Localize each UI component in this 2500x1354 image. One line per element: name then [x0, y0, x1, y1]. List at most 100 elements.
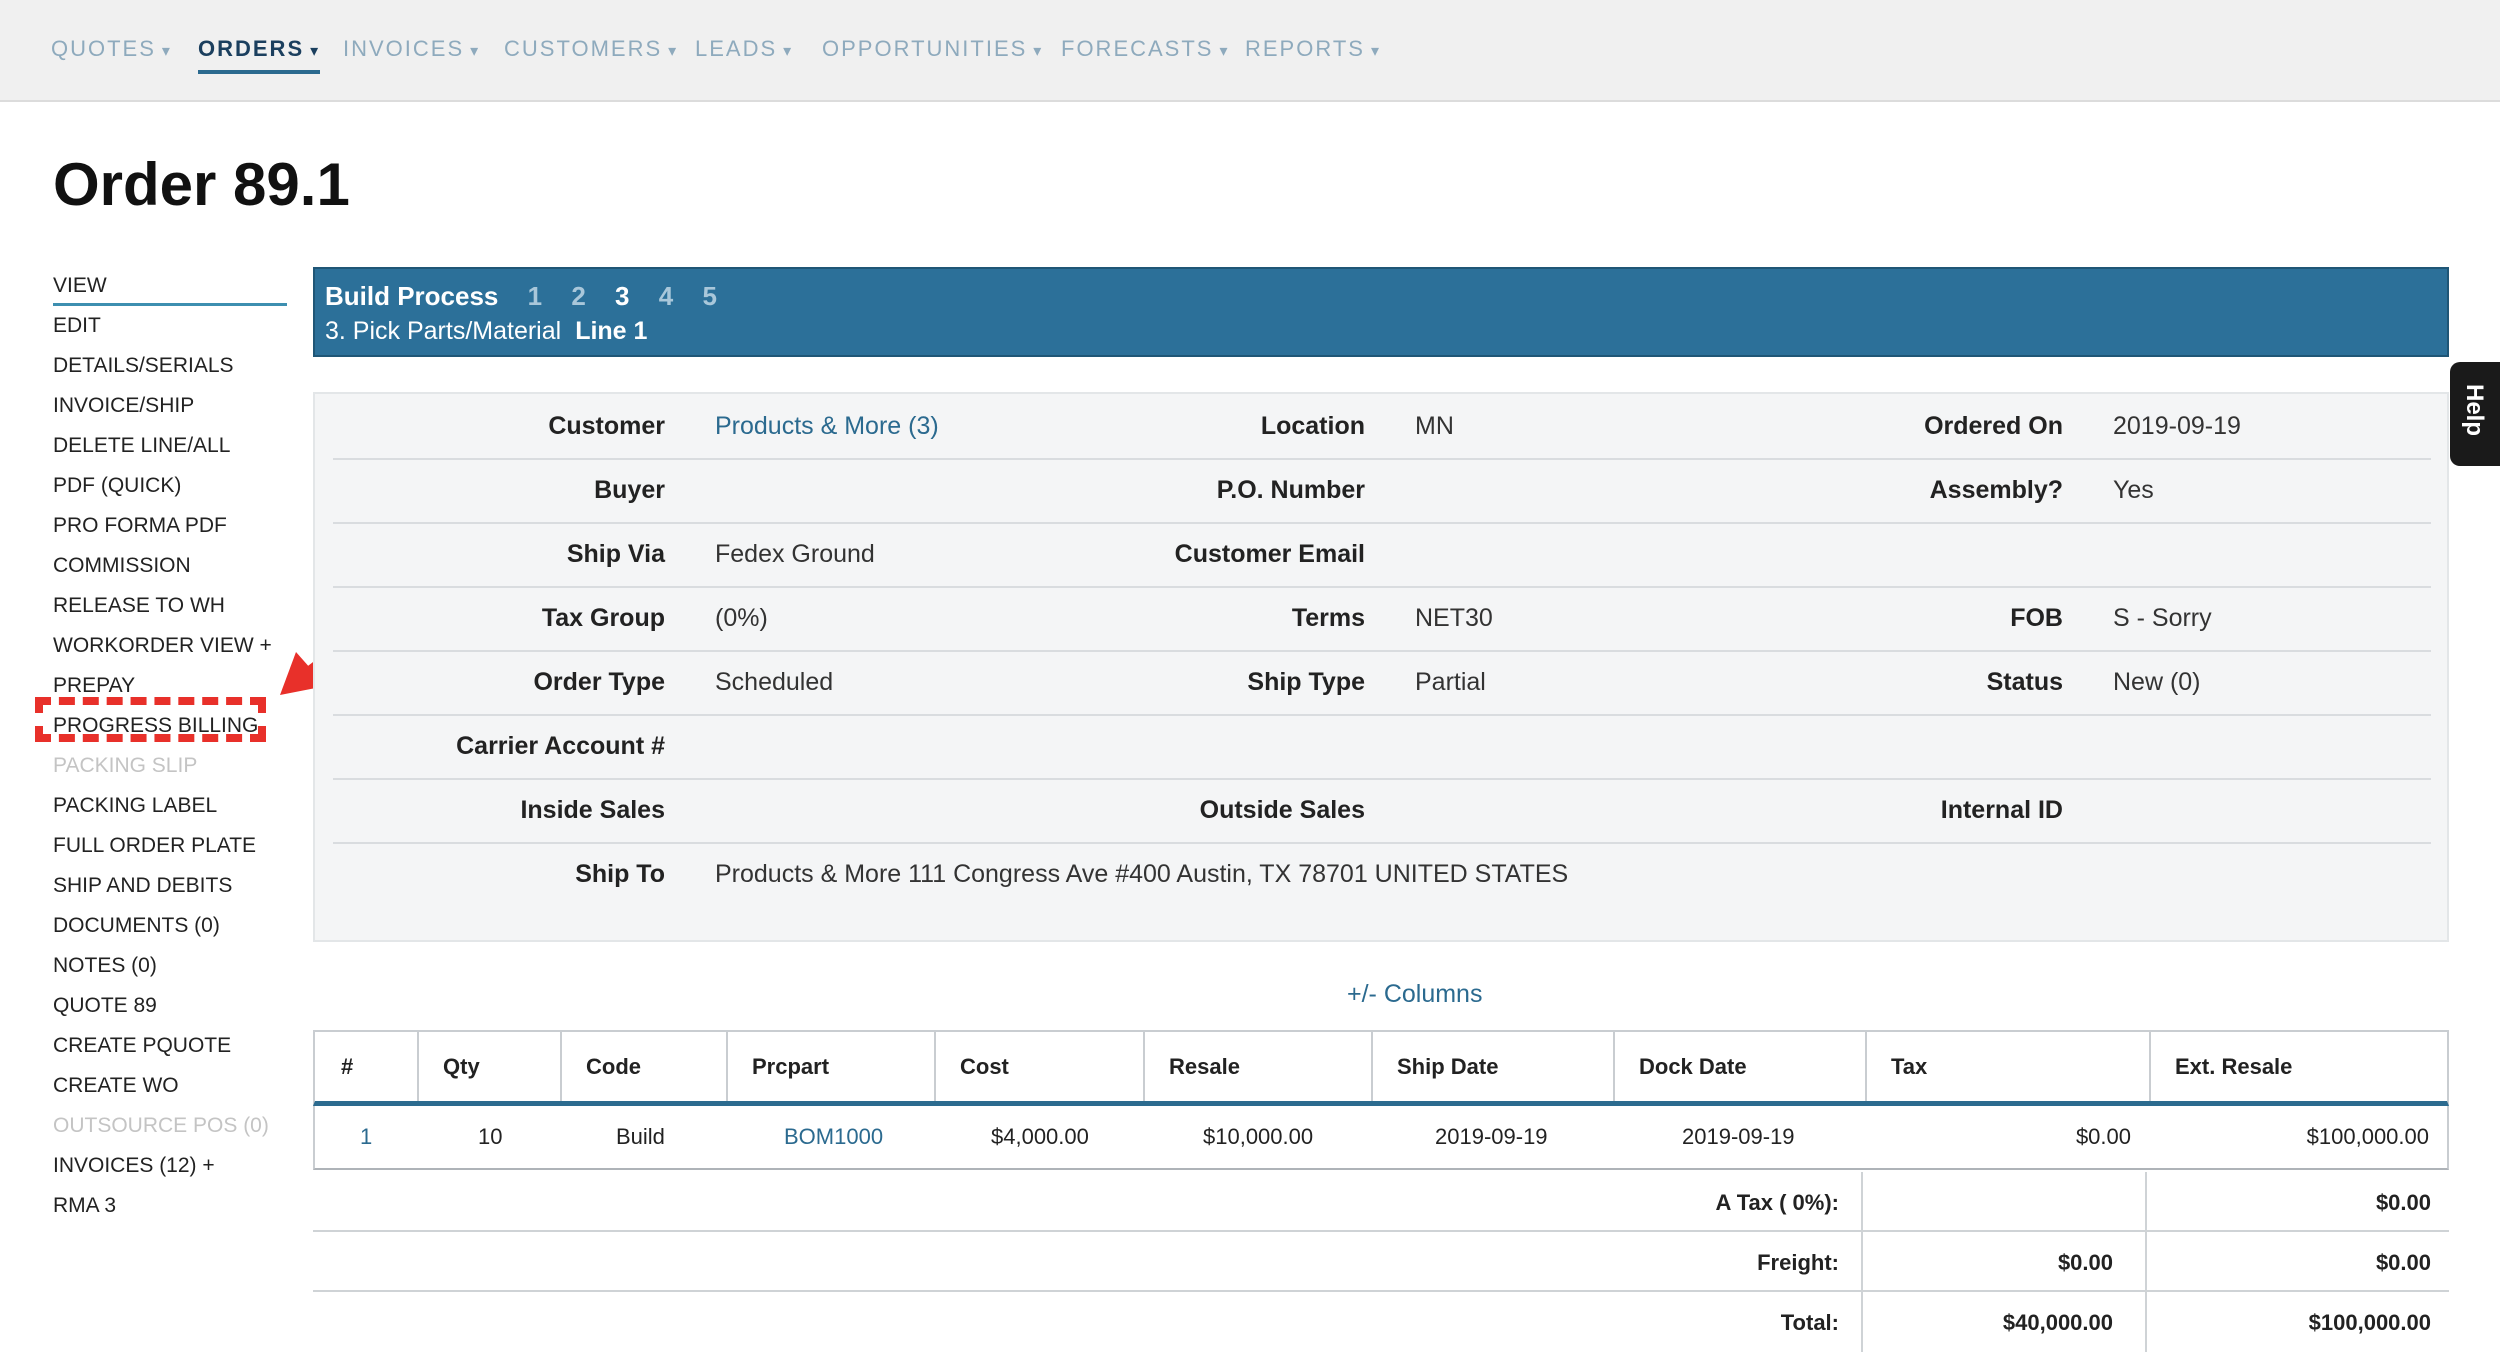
step-link-2[interactable]: 2: [571, 281, 585, 311]
line-number-link[interactable]: 1: [360, 1124, 372, 1150]
column-header[interactable]: Code: [560, 1032, 726, 1101]
sidebar-item-packing-label[interactable]: PACKING LABEL: [53, 786, 287, 826]
sidebar-item-notes[interactable]: NOTES (0): [53, 946, 287, 986]
column-header[interactable]: Cost: [934, 1032, 1143, 1101]
detail-label: Customer Email: [1174, 540, 1365, 568]
column-header[interactable]: Tax: [1865, 1032, 2149, 1101]
table-cell-dock-date: 2019-09-19: [1682, 1124, 1795, 1149]
sidebar-item-release-to-wh[interactable]: RELEASE TO WH: [53, 586, 287, 626]
totals-label: A Tax ( 0%):: [1715, 1190, 1839, 1215]
order-details-panel: Customer Products & More (3) Location MN…: [313, 392, 2449, 942]
step-link-1[interactable]: 1: [528, 281, 542, 311]
sidebar-item-ship-and-debits[interactable]: SHIP AND DEBITS: [53, 866, 287, 906]
sidebar-item-edit[interactable]: EDIT: [53, 306, 287, 346]
sidebar-item-details-serials[interactable]: DETAILS/SERIALS: [53, 346, 287, 386]
detail-label: Buyer: [594, 476, 665, 504]
sidebar-item-commission[interactable]: COMMISSION: [53, 546, 287, 586]
detail-value: Fedex Ground: [715, 540, 875, 568]
detail-label: Ship Via: [566, 540, 665, 568]
totals-row-tax: A Tax ( 0%): $0.00: [313, 1172, 2449, 1232]
line-label: Line 1: [575, 317, 648, 345]
nav-invoices[interactable]: INVOICES ▾: [343, 36, 480, 62]
detail-label: P.O. Number: [1216, 476, 1365, 504]
detail-label: Internal ID: [1940, 796, 2063, 824]
detail-label: Status: [1986, 668, 2063, 696]
column-header[interactable]: Prcpart: [726, 1032, 934, 1101]
sidebar-item-rma[interactable]: RMA 3: [53, 1186, 287, 1226]
table-cell-cost: $4,000.00: [991, 1124, 1089, 1149]
sidebar-item-outsource-pos: OUTSOURCE POS (0): [53, 1114, 269, 1137]
help-tab[interactable]: Help: [2450, 362, 2500, 466]
sidebar-item-delete-line[interactable]: DELETE LINE/ALL: [53, 426, 287, 466]
sidebar-item-pro-forma-pdf[interactable]: PRO FORMA PDF: [53, 506, 287, 546]
nav-orders[interactable]: ORDERS ▾: [198, 36, 321, 74]
column-header[interactable]: Ship Date: [1371, 1032, 1613, 1101]
column-header[interactable]: #: [315, 1032, 417, 1101]
nav-label: INVOICES: [343, 36, 465, 61]
table-row: 1 10 Build BOM1000 $4,000.00 $10,000.00 …: [313, 1106, 2449, 1170]
toggle-columns-link[interactable]: +/- Columns: [1347, 980, 1482, 1009]
detail-label: Ordered On: [1924, 412, 2063, 440]
detail-value: (0%): [715, 604, 768, 632]
step-current-3: 3: [615, 281, 630, 311]
sidebar-item-invoices[interactable]: INVOICES (12) +: [53, 1146, 287, 1186]
column-header[interactable]: Dock Date: [1613, 1032, 1865, 1101]
detail-value: NET30: [1415, 604, 1493, 632]
detail-label: Ship Type: [1247, 668, 1365, 696]
detail-value: Partial: [1415, 668, 1486, 696]
table-cell-code: Build: [616, 1124, 665, 1149]
items-table-header: # Qty Code Prcpart Cost Resale Ship Date…: [313, 1030, 2449, 1106]
sidebar-item-full-order-plate[interactable]: FULL ORDER PLATE: [53, 826, 287, 866]
sidebar-item-invoice-ship[interactable]: INVOICE/SHIP: [53, 386, 287, 426]
sidebar-item-create-pquote[interactable]: CREATE PQUOTE: [53, 1026, 287, 1066]
customer-link[interactable]: Products & More (3): [715, 412, 939, 441]
sidebar-item-quote[interactable]: QUOTE 89: [53, 986, 287, 1026]
sidebar-item-documents[interactable]: DOCUMENTS (0): [53, 906, 287, 946]
nav-quotes[interactable]: QUOTES ▾: [51, 36, 172, 62]
column-header[interactable]: Resale: [1143, 1032, 1371, 1101]
nav-label: CUSTOMERS: [504, 36, 663, 61]
column-header[interactable]: Qty: [417, 1032, 560, 1101]
build-process-title: Build Process: [325, 281, 499, 311]
totals-row-freight: Freight: $0.00 $0.00: [313, 1232, 2449, 1292]
nav-reports[interactable]: REPORTS ▾: [1245, 36, 1381, 62]
annotation-highlight-box: [35, 697, 266, 742]
detail-value: MN: [1415, 412, 1454, 440]
step-link-4[interactable]: 4: [659, 281, 673, 311]
detail-label: Assembly?: [1929, 476, 2063, 504]
current-step-name: 3. Pick Parts/Material: [325, 317, 562, 345]
detail-value: 2019-09-19: [2113, 412, 2241, 440]
table-cell-ext-resale: $100,000.00: [2306, 1124, 2429, 1149]
nav-label: OPPORTUNITIES: [822, 36, 1028, 61]
sidebar-item-view[interactable]: VIEW: [53, 266, 287, 306]
column-header[interactable]: Ext. Resale: [2149, 1032, 2449, 1101]
detail-row: Order Type Scheduled Ship Type Partial S…: [333, 650, 2431, 716]
caret-down-icon: ▾: [161, 43, 172, 60]
totals-row-total: Total: $40,000.00 $100,000.00: [313, 1292, 2449, 1352]
nav-opportunities[interactable]: OPPORTUNITIES ▾: [822, 36, 1043, 62]
detail-label: Inside Sales: [520, 796, 665, 824]
top-nav: QUOTES ▾ ORDERS ▾ INVOICES ▾ CUSTOMERS ▾ LEA…: [0, 0, 2500, 102]
nav-leads[interactable]: LEADS ▾: [695, 36, 793, 62]
sidebar-item-workorder-view[interactable]: WORKORDER VIEW +: [53, 626, 287, 666]
caret-down-icon: ▾: [783, 43, 794, 60]
sidebar-item-pdf-quick[interactable]: PDF (QUICK): [53, 466, 287, 506]
sidebar-item-create-wo[interactable]: CREATE WO: [53, 1066, 287, 1106]
totals-cost: $0.00: [2057, 1250, 2113, 1275]
totals-resale: $0.00: [2375, 1250, 2431, 1275]
table-cell-ship-date: 2019-09-19: [1435, 1124, 1548, 1149]
detail-label: Carrier Account #: [456, 732, 665, 760]
detail-row: Ship Via Fedex Ground Customer Email: [333, 522, 2431, 588]
detail-row: Carrier Account #: [333, 714, 2431, 780]
nav-customers[interactable]: CUSTOMERS ▾: [504, 36, 678, 62]
nav-forecasts[interactable]: FORECASTS ▾: [1061, 36, 1230, 62]
detail-row: Tax Group (0%) Terms NET30 FOB S - Sorry: [333, 586, 2431, 652]
detail-value: Scheduled: [715, 668, 834, 696]
caret-down-icon: ▾: [1370, 43, 1381, 60]
detail-label: Ship To: [575, 860, 665, 888]
step-link-5[interactable]: 5: [702, 281, 716, 311]
detail-label: FOB: [2010, 604, 2063, 632]
part-link[interactable]: BOM1000: [784, 1124, 883, 1150]
detail-value: Yes: [2113, 476, 2154, 504]
nav-label: ORDERS: [198, 36, 305, 61]
